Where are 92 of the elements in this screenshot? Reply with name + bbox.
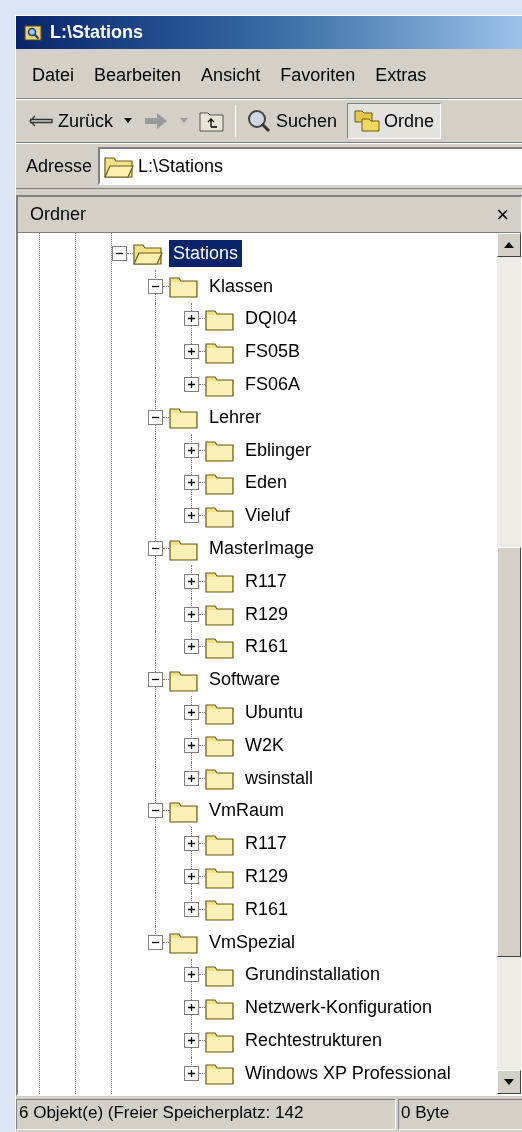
menu-item[interactable]: Datei xyxy=(32,62,75,89)
folder-label[interactable]: R161 xyxy=(241,633,293,661)
folder-label[interactable]: R117 xyxy=(241,830,291,858)
folder-label[interactable]: MasterImage xyxy=(205,535,319,563)
expand-icon[interactable] xyxy=(184,344,199,360)
status-text: 6 Objekt(e) (Freier Speicherplatz: 142 xyxy=(16,1099,396,1130)
folder-label[interactable]: Stations xyxy=(169,239,243,267)
collapse-icon[interactable] xyxy=(148,803,163,819)
expand-icon[interactable] xyxy=(184,770,199,786)
back-button[interactable]: Zurück xyxy=(28,107,113,135)
expand-icon[interactable] xyxy=(184,836,199,852)
collapse-icon[interactable] xyxy=(148,278,163,294)
scroll-up-button[interactable] xyxy=(497,233,521,257)
scroll-down-button[interactable] xyxy=(497,1070,521,1094)
expand-icon[interactable] xyxy=(184,1033,199,1048)
expand-icon[interactable] xyxy=(184,573,199,589)
folder-label[interactable]: Vieluf xyxy=(241,502,294,530)
expand-icon[interactable] xyxy=(184,508,199,524)
back-arrow-icon xyxy=(28,114,54,128)
folder-label[interactable]: Rechtestrukturen xyxy=(241,1027,387,1054)
folder-label[interactable]: Netzwerk-Konfiguration xyxy=(241,994,437,1022)
folder-icon xyxy=(205,307,235,331)
scrollbar[interactable] xyxy=(497,233,521,1094)
down-arrow-icon xyxy=(504,1079,514,1085)
folder-label[interactable]: FS05B xyxy=(241,338,305,366)
folder-label[interactable]: Klassen xyxy=(205,272,278,300)
folders-button[interactable]: Ordne xyxy=(347,103,442,139)
collapse-icon[interactable] xyxy=(148,409,163,425)
folder-label[interactable]: VmSpezial xyxy=(205,928,300,956)
menu-item[interactable]: Favoriten xyxy=(280,62,356,89)
folder-icon xyxy=(205,602,235,627)
expand-icon[interactable] xyxy=(184,869,199,885)
folder-icon xyxy=(169,930,199,955)
menu-item[interactable]: Ansicht xyxy=(201,62,261,89)
folder-label[interactable]: Ubuntu xyxy=(241,699,308,727)
collapse-icon[interactable] xyxy=(148,672,163,688)
menu-item[interactable]: Bearbeiten xyxy=(94,62,182,89)
folder-label[interactable]: Eden xyxy=(241,469,292,497)
expand-icon[interactable] xyxy=(184,377,199,393)
folder-icon xyxy=(205,897,235,922)
expand-icon[interactable] xyxy=(184,705,199,721)
status-size: 0 Byte xyxy=(398,1099,522,1130)
folder-label[interactable]: R161 xyxy=(241,895,293,923)
close-button[interactable]: × xyxy=(496,203,509,226)
window-title: L:\Stations xyxy=(50,21,143,44)
folder-label[interactable]: Windows XP Professional xyxy=(241,1059,455,1087)
folder-label[interactable]: R117 xyxy=(241,567,291,595)
folder-icon xyxy=(205,1061,235,1086)
folder-label[interactable]: VmRaum xyxy=(205,797,288,825)
folder-label[interactable]: R129 xyxy=(241,600,293,628)
folder-label[interactable]: FS06A xyxy=(241,371,305,399)
expand-icon[interactable] xyxy=(184,606,199,622)
collapse-icon[interactable] xyxy=(148,541,163,557)
up-folder-icon[interactable] xyxy=(199,110,225,132)
search-icon xyxy=(246,108,272,134)
folder-icon xyxy=(205,569,235,594)
menu-item[interactable]: Extras xyxy=(375,62,427,89)
folder-label[interactable]: Software xyxy=(205,666,285,694)
dropdown-caret-icon[interactable] xyxy=(123,118,133,124)
open-folder-icon xyxy=(104,154,135,178)
folder-label[interactable]: wsinstall xyxy=(241,764,318,792)
folder-label[interactable]: Grundinstallation xyxy=(241,961,385,989)
search-button[interactable]: Suchen xyxy=(246,107,338,135)
folder-label[interactable]: W2K xyxy=(241,731,288,759)
folder-label[interactable]: Eblinger xyxy=(241,436,316,464)
scroll-thumb[interactable] xyxy=(497,547,521,957)
expand-icon[interactable] xyxy=(184,639,199,655)
expand-icon[interactable] xyxy=(184,442,199,458)
expand-icon[interactable] xyxy=(184,1000,199,1016)
folder-icon xyxy=(205,766,235,791)
expand-icon[interactable] xyxy=(184,311,199,327)
open-folder-icon xyxy=(133,241,163,266)
expand-icon[interactable] xyxy=(184,475,199,491)
collapse-icon[interactable] xyxy=(148,934,163,950)
explorer-icon xyxy=(24,24,42,41)
folder-label[interactable]: R129 xyxy=(241,863,293,891)
collapse-icon[interactable] xyxy=(112,245,127,261)
folder-icon xyxy=(169,405,199,430)
up-arrow-icon xyxy=(504,242,514,248)
folder-icon xyxy=(169,274,199,299)
folder-label[interactable]: Lehrer xyxy=(205,403,266,431)
expand-icon[interactable] xyxy=(184,1065,199,1081)
expand-icon[interactable] xyxy=(184,901,199,917)
folder-label[interactable]: DQI04 xyxy=(241,305,302,333)
expand-icon[interactable] xyxy=(184,737,199,753)
folder-icon xyxy=(205,733,235,758)
address-field[interactable]: L:\Stations xyxy=(98,147,522,185)
expand-icon[interactable] xyxy=(184,967,199,983)
panel-title: Ordner xyxy=(30,203,87,226)
folders-icon xyxy=(354,110,381,132)
folder-icon xyxy=(205,438,235,463)
address-label: Adresse xyxy=(26,154,93,178)
